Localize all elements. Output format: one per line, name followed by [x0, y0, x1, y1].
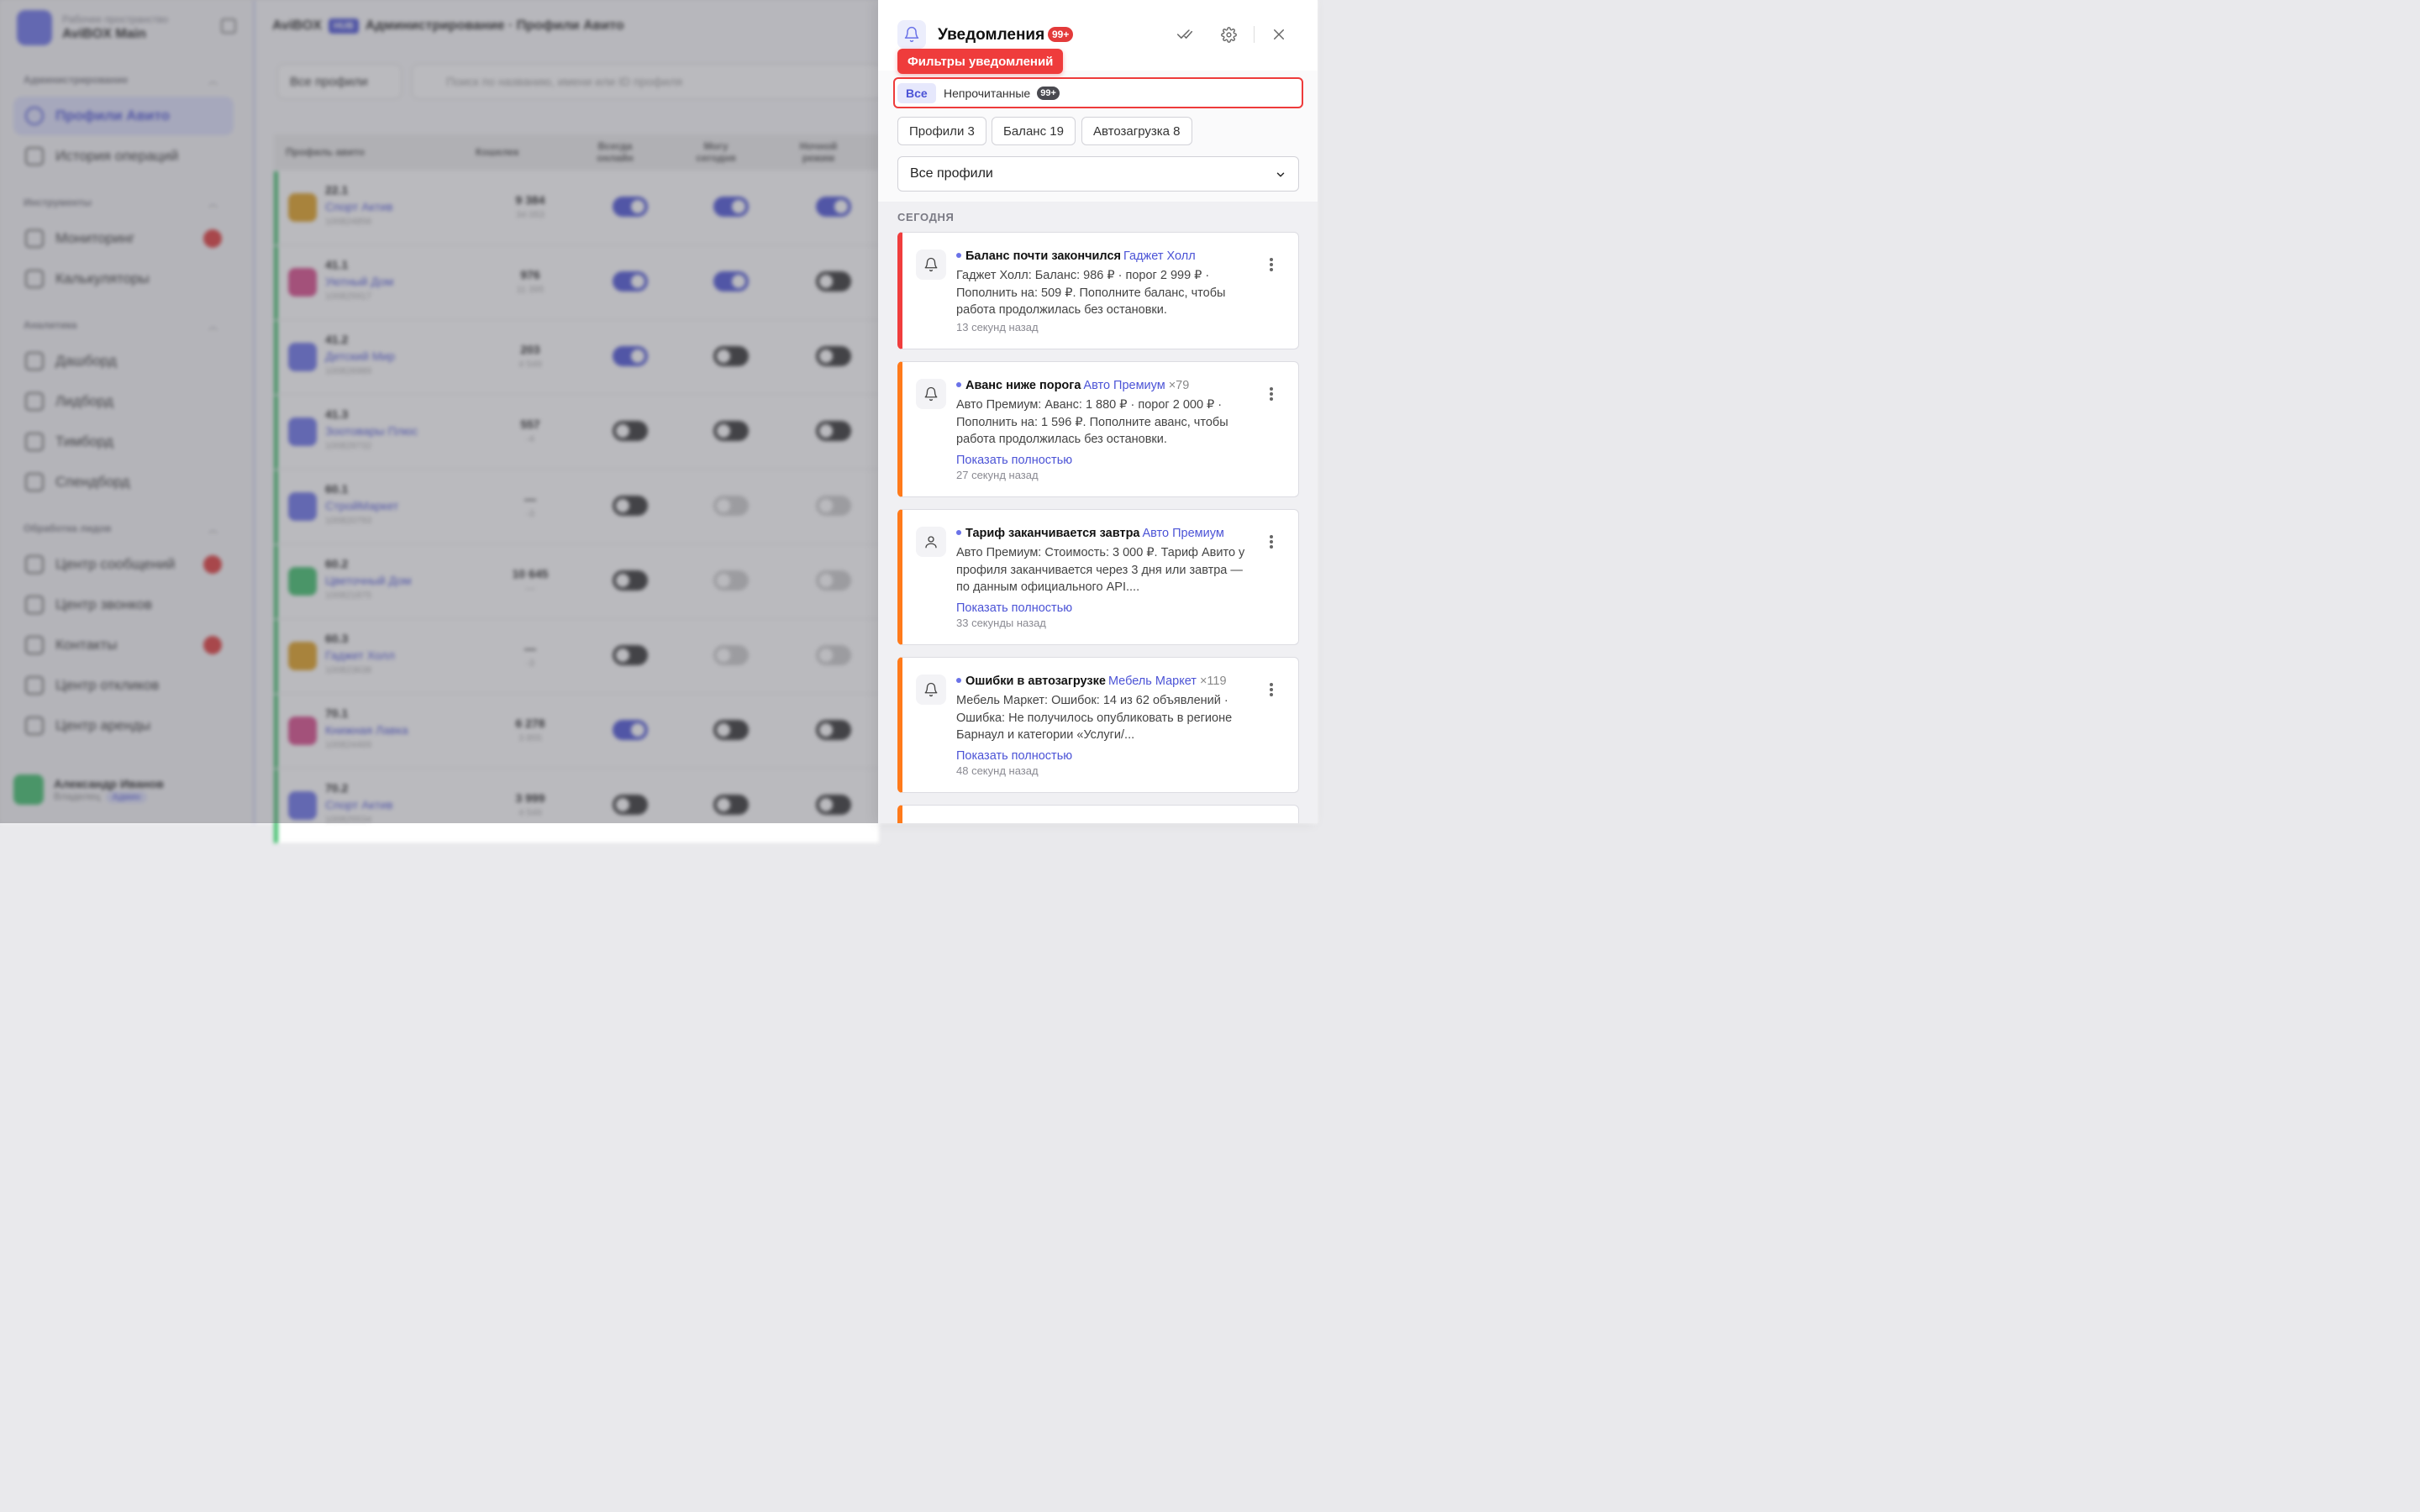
- bell-icon: [916, 249, 946, 280]
- chip-balance[interactable]: Баланс 19: [992, 117, 1076, 145]
- show-more-link[interactable]: Показать полностью: [956, 749, 1259, 763]
- notification-time: 13 секунд назад: [956, 320, 1039, 333]
- user-icon: [916, 527, 946, 557]
- notification-title: Тариф заканчивается завтра: [965, 527, 1140, 540]
- profile-select[interactable]: Все профили: [897, 156, 1299, 192]
- notification-profile-link[interactable]: Авто Премиум: [1143, 527, 1224, 540]
- notification-card[interactable]: Аванс ниже порога Авто Премиум ×79 Авто Пр…: [897, 361, 1299, 497]
- mark-all-read-icon[interactable]: [1175, 24, 1195, 45]
- unread-tab-count: 99+: [1037, 87, 1060, 100]
- repeat-count: ×119: [1199, 675, 1227, 688]
- unread-dot: [956, 252, 961, 258]
- panel-title: Уведомления: [938, 26, 1045, 44]
- notification-profile-link[interactable]: Мебель Маркет: [1108, 675, 1197, 688]
- gear-icon[interactable]: [1218, 24, 1239, 45]
- unread-dot: [956, 529, 961, 535]
- tab-unread-label: Непрочитанные: [944, 87, 1031, 100]
- notification-profile-link[interactable]: Авто Премиум: [1083, 379, 1165, 392]
- show-more-link[interactable]: Показать полностью: [956, 454, 1259, 467]
- header-divider: [1254, 26, 1255, 43]
- chip-autoload[interactable]: Автозагрузка 8: [1081, 117, 1192, 145]
- more-vertical-icon[interactable]: [1270, 683, 1273, 696]
- tab-all[interactable]: Все: [897, 83, 936, 103]
- more-vertical-icon[interactable]: [1270, 535, 1273, 549]
- unread-dot: [956, 381, 961, 387]
- notification-card[interactable]: [897, 805, 1299, 823]
- close-icon[interactable]: [1269, 24, 1289, 45]
- more-vertical-icon[interactable]: [1270, 387, 1273, 401]
- notification-text: Авто Премиум: Аванс: 1 880 ₽ · порог 2 0…: [956, 398, 1228, 446]
- notification-filter-tabs: Все Непрочитанные 99+: [893, 77, 1303, 108]
- notification-time: 33 секунды назад: [956, 616, 1046, 629]
- notification-text: Авто Премиум: Стоимость: 3 000 ₽. Тариф …: [956, 546, 1245, 594]
- notification-time: 27 секунд назад: [956, 468, 1039, 481]
- notification-card[interactable]: Тариф заканчивается завтра Авто Премиум А…: [897, 509, 1299, 645]
- chevron-down-icon: [1275, 169, 1286, 185]
- notification-card[interactable]: Баланс почти закончился Гаджет Холл Гадже…: [897, 232, 1299, 349]
- repeat-count: ×79: [1168, 379, 1190, 392]
- bell-icon: [897, 20, 926, 49]
- profile-select-value: Все профили: [910, 166, 993, 181]
- unread-dot: [956, 677, 961, 683]
- unread-count-badge: 99+: [1048, 27, 1074, 42]
- notification-title: Ошибки в автозагрузке: [965, 675, 1106, 688]
- notification-text: Мебель Маркет: Ошибок: 14 из 62 объявлен…: [956, 694, 1233, 742]
- notifications-panel: Уведомления 99+ Все Непрочитанные 99+ Фи…: [878, 0, 1318, 823]
- modal-backdrop[interactable]: [0, 0, 878, 823]
- filters-tooltip: Фильтры уведомлений: [897, 49, 1064, 74]
- notification-title: Баланс почти закончился: [965, 249, 1121, 263]
- chip-profiles[interactable]: Профили 3: [897, 117, 986, 145]
- section-today: СЕГОДНЯ: [897, 211, 955, 223]
- notification-text: Гаджет Холл: Баланс: 986 ₽ · порог 2 999…: [956, 269, 1226, 317]
- show-more-link[interactable]: Показать полностью: [956, 601, 1259, 615]
- notification-time: 48 секунд назад: [956, 764, 1039, 777]
- notification-card[interactable]: Ошибки в автозагрузке Мебель Маркет ×119 М…: [897, 657, 1299, 793]
- notification-title: Аванс ниже порога: [965, 379, 1081, 392]
- bell-icon: [916, 675, 946, 705]
- tab-unread[interactable]: Непрочитанные 99+: [944, 83, 1060, 103]
- bell-icon: [916, 379, 946, 409]
- notification-profile-link[interactable]: Гаджет Холл: [1123, 249, 1196, 263]
- more-vertical-icon[interactable]: [1270, 258, 1273, 271]
